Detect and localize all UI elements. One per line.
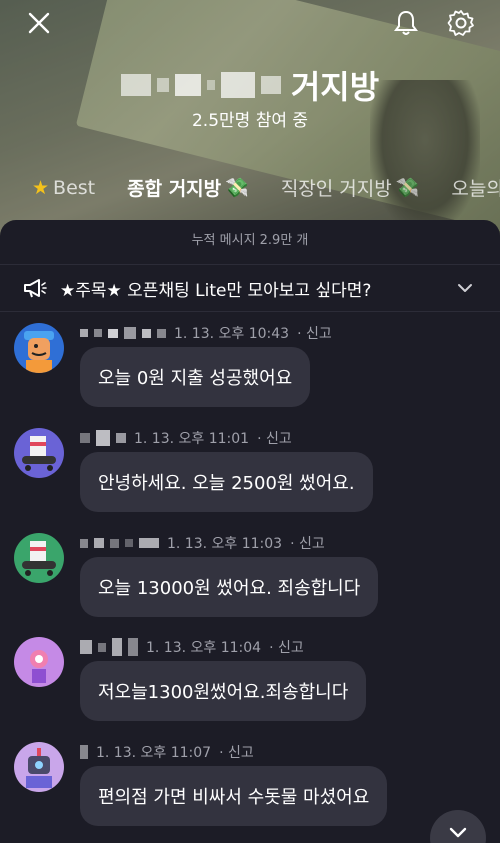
avatar[interactable] [14,742,64,792]
category-tabs: ★ Best 종합 거지방 💸 직장인 거지방 💸 오늘의 [32,174,500,201]
avatar[interactable] [14,533,64,583]
nickname-censored [80,538,159,548]
nickname-censored [80,430,126,446]
tab-general-geojibang[interactable]: 종합 거지방 💸 [127,174,249,201]
nickname-censored [80,638,138,656]
gear-icon[interactable] [446,8,476,38]
money-icon: 💸 [395,177,420,199]
report-link[interactable]: · 신고 [269,637,304,657]
megaphone-icon [22,275,48,301]
message-time: 1. 13. 오후 11:07 [96,745,212,761]
notice-bar[interactable]: ★주목★ 오픈채팅 Lite만 모아보고 싶다면? [0,264,500,312]
star-icon: ★ [32,176,50,199]
nickname-censored [80,327,166,339]
message-bubble: 오늘 13000원 썼어요. 죄송합니다 [80,557,379,617]
chevron-down-icon[interactable] [456,279,474,301]
room-name-censored [120,72,281,98]
message-bubble: 저오늘1300원썼어요.죄송합니다 [80,661,367,721]
avatar[interactable] [14,428,64,478]
message-time: 1. 13. 오후 11:04 [146,640,262,656]
notice-text: ★주목★ 오픈채팅 Lite만 모아보고 싶다면? [60,280,372,301]
tab-worker-geojibang[interactable]: 직장인 거지방 💸 [281,174,420,201]
close-icon[interactable] [24,8,54,38]
tab-best[interactable]: ★ Best [32,174,95,201]
report-link[interactable]: · 신고 [219,742,254,762]
cumulative-message-count: 누적 메시지 2.9만 개 [191,233,309,248]
participant-count: 2.5만명 참여 중 [191,111,309,131]
message-time: 1. 13. 오후 11:03 [167,536,283,552]
avatar[interactable] [14,637,64,687]
message-bubble: 오늘 0원 지출 성공했어요 [80,347,311,407]
report-link[interactable]: · 신고 [257,428,292,448]
message-bubble: 안녕하세요. 오늘 2500원 썼어요. [80,452,373,512]
report-link[interactable]: · 신고 [290,533,325,553]
money-icon: 💸 [225,177,249,199]
bell-icon[interactable] [391,8,421,38]
nickname-censored [80,745,88,759]
message-time: 1. 13. 오후 11:01 [134,431,250,447]
tab-today[interactable]: 오늘의 [451,174,500,201]
message-bubble: 편의점 가면 비싸서 수돗물 마셨어요 [80,766,388,826]
room-header: 거지방 2.5만명 참여 중 ★ Best 종합 거지방 💸 직장인 거지방 💸… [0,0,500,250]
report-link[interactable]: · 신고 [297,323,332,343]
room-title: 거지방 [290,68,380,106]
avatar[interactable] [14,323,64,373]
chevron-down-icon [449,827,467,838]
message-time: 1. 13. 오후 10:43 [174,326,290,342]
